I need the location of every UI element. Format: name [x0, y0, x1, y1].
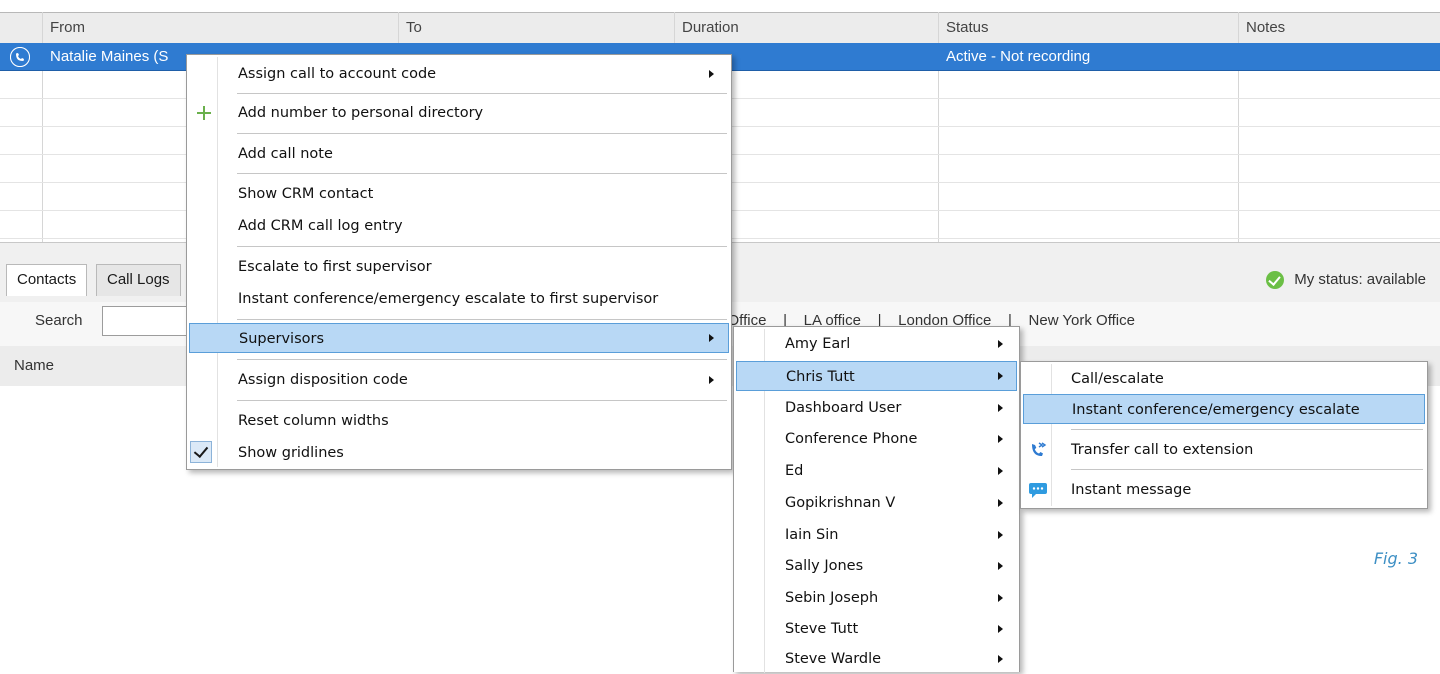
status-available-icon: [1266, 271, 1285, 290]
menu-item-supervisors[interactable]: Supervisors: [189, 323, 729, 353]
menu-item-label: Add number to personal directory: [238, 105, 484, 121]
menu-item-label: Sebin Joseph: [785, 590, 879, 606]
submenu-arrow-icon: [998, 499, 1003, 507]
submenu-arrow-icon: [998, 655, 1003, 663]
submenu-arrow-icon: [998, 404, 1003, 412]
menu-separator: [237, 246, 727, 247]
menu-item-label: Add call note: [238, 146, 333, 162]
submenu-arrow-icon: [998, 467, 1003, 475]
search-label: Search: [35, 312, 83, 329]
supervisor-ed[interactable]: Ed: [734, 456, 1019, 486]
column-header-duration[interactable]: Duration: [676, 13, 936, 43]
menu-item-label: Instant conference/emergency escalate to…: [238, 291, 659, 307]
submenu-arrow-icon: [998, 594, 1003, 602]
menu-item-label: Assign disposition code: [238, 372, 408, 388]
menu-item-label: Conference Phone: [785, 431, 918, 447]
cell-status: Active - Not recording: [946, 48, 1091, 65]
submenu-arrow-icon: [998, 625, 1003, 633]
menu-separator: [237, 400, 727, 401]
supervisor-dashboard-user[interactable]: Dashboard User: [734, 393, 1019, 423]
menu-item-label: Call/escalate: [1071, 371, 1164, 387]
menu-item-transfer-call[interactable]: Transfer call to extension: [1021, 435, 1427, 465]
supervisor-amy-earl[interactable]: Amy Earl: [734, 329, 1019, 359]
supervisor-steve-tutt[interactable]: Steve Tutt: [734, 614, 1019, 644]
menu-item-assign-account-code[interactable]: Assign call to account code: [187, 59, 731, 89]
submenu-arrow-icon: [998, 340, 1003, 348]
column-header-to[interactable]: To: [400, 13, 670, 43]
my-status-label: My status: available: [1294, 271, 1426, 288]
menu-separator: [237, 133, 727, 134]
phone-call-icon: [10, 47, 30, 67]
column-header-from[interactable]: From: [44, 13, 394, 43]
supervisor-conference-phone[interactable]: Conference Phone: [734, 424, 1019, 454]
supervisor-chris-tutt[interactable]: Chris Tutt: [736, 361, 1017, 391]
menu-item-label: Reset column widths: [238, 413, 389, 429]
call-context-menu: Assign call to account code Add number t…: [186, 54, 732, 470]
checkmark-icon: [190, 441, 212, 463]
call-grid-header: From To Duration Status Notes: [0, 12, 1440, 44]
menu-separator: [237, 173, 727, 174]
menu-item-assign-disposition-code[interactable]: Assign disposition code: [187, 365, 731, 395]
menu-item-label: Supervisors: [239, 331, 325, 347]
menu-separator: [237, 93, 727, 94]
menu-item-reset-column-widths[interactable]: Reset column widths: [187, 406, 731, 436]
menu-separator: [237, 359, 727, 360]
menu-separator: [1071, 429, 1423, 430]
menu-item-instant-conference-first-supervisor[interactable]: Instant conference/emergency escalate to…: [187, 284, 731, 314]
submenu-arrow-icon: [998, 531, 1003, 539]
figure-caption: Fig. 3: [1373, 549, 1418, 568]
menu-item-label: Steve Tutt: [785, 621, 859, 637]
supervisors-submenu: Amy Earl Chris Tutt Dashboard User Confe…: [733, 326, 1020, 674]
menu-separator: [237, 319, 727, 320]
menu-separator: [1071, 469, 1423, 470]
supervisor-steve-wardle[interactable]: Steve Wardle: [734, 644, 1019, 674]
menu-item-call-escalate[interactable]: Call/escalate: [1021, 364, 1427, 394]
submenu-arrow-icon: [709, 334, 714, 342]
menu-item-label: Steve Wardle: [785, 651, 882, 667]
menu-item-show-gridlines[interactable]: Show gridlines: [187, 438, 731, 468]
menu-item-label: Gopikrishnan V: [785, 495, 896, 511]
menu-item-escalate-first-supervisor[interactable]: Escalate to first supervisor: [187, 252, 731, 282]
menu-item-add-crm-log[interactable]: Add CRM call log entry: [187, 211, 731, 241]
submenu-arrow-icon: [998, 435, 1003, 443]
submenu-arrow-icon: [998, 562, 1003, 570]
menu-item-label: Iain Sin: [785, 527, 839, 543]
column-header-notes[interactable]: Notes: [1240, 13, 1440, 43]
submenu-arrow-icon: [998, 372, 1003, 380]
menu-item-label: Transfer call to extension: [1071, 442, 1254, 458]
column-header-status[interactable]: Status: [940, 13, 1235, 43]
menu-item-instant-conference-escalate[interactable]: Instant conference/emergency escalate: [1023, 394, 1425, 424]
menu-item-show-crm-contact[interactable]: Show CRM contact: [187, 179, 731, 209]
menu-item-label: Sally Jones: [785, 558, 864, 574]
menu-item-add-to-directory[interactable]: Add number to personal directory: [187, 98, 731, 128]
supervisor-iain-sin[interactable]: Iain Sin: [734, 520, 1019, 550]
menu-item-label: Add CRM call log entry: [238, 218, 403, 234]
menu-item-label: Show CRM contact: [238, 186, 374, 202]
menu-item-instant-message[interactable]: Instant message: [1021, 475, 1427, 505]
supervisor-gopikrishnan-v[interactable]: Gopikrishnan V: [734, 488, 1019, 518]
menu-item-label: Escalate to first supervisor: [238, 259, 432, 275]
menu-item-label: Amy Earl: [785, 336, 851, 352]
supervisor-actions-submenu: Call/escalate Instant conference/emergen…: [1020, 361, 1428, 509]
submenu-arrow-icon: [709, 376, 714, 384]
menu-item-label: Instant message: [1071, 482, 1192, 498]
menu-item-label: Ed: [785, 463, 804, 479]
tab-call-logs[interactable]: Call Logs: [96, 264, 181, 296]
menu-item-label: Assign call to account code: [238, 66, 437, 82]
menu-item-label: Dashboard User: [785, 400, 902, 416]
submenu-arrow-icon: [709, 70, 714, 78]
column-header-name[interactable]: Name: [14, 357, 54, 374]
menu-item-label: Instant conference/emergency escalate: [1072, 402, 1360, 418]
menu-item-add-call-note[interactable]: Add call note: [187, 139, 731, 169]
supervisor-sally-jones[interactable]: Sally Jones: [734, 551, 1019, 581]
chat-bubble-icon: [1029, 483, 1047, 498]
menu-item-label: Chris Tutt: [786, 369, 855, 385]
transfer-call-icon: [1032, 442, 1047, 456]
plus-icon: [197, 106, 211, 120]
my-status[interactable]: My status: available: [1266, 268, 1426, 292]
tab-contacts[interactable]: Contacts: [6, 264, 88, 296]
supervisor-sebin-joseph[interactable]: Sebin Joseph: [734, 583, 1019, 613]
menu-item-label: Show gridlines: [238, 445, 344, 461]
